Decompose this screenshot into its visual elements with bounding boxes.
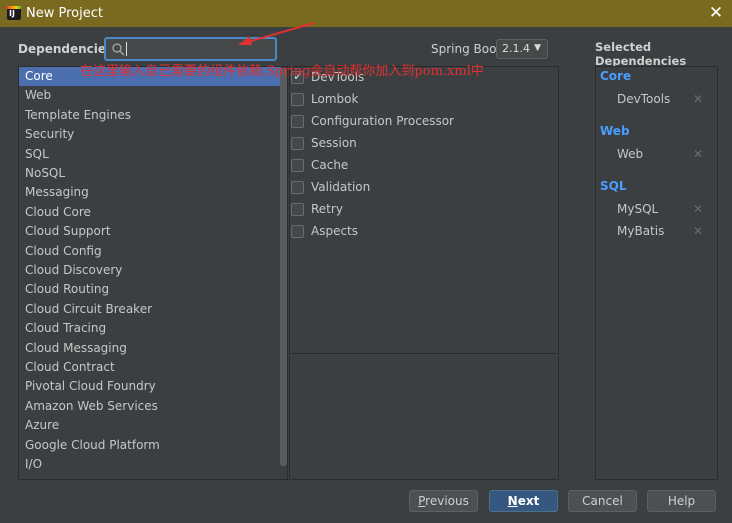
dependency-label: Aspects — [311, 224, 359, 238]
selected-item-devtools: DevTools — [617, 92, 671, 106]
category-item-pivotal-cloud-foundry[interactable]: Pivotal Cloud Foundry — [19, 377, 281, 396]
dependency-session[interactable]: Session — [291, 134, 357, 152]
remove-icon[interactable]: ✕ — [693, 92, 703, 106]
dependency-label: Configuration Processor — [311, 114, 454, 128]
selected-group-sql: SQL — [600, 179, 627, 193]
dependency-validation[interactable]: Validation — [291, 178, 370, 196]
category-item-azure[interactable]: Azure — [19, 416, 281, 435]
intellij-icon — [7, 6, 21, 20]
dependency-configuration-processor[interactable]: Configuration Processor — [291, 112, 454, 130]
category-item-cloud-messaging[interactable]: Cloud Messaging — [19, 339, 281, 358]
checkbox[interactable] — [291, 158, 304, 172]
category-item-sql[interactable]: SQL — [19, 145, 281, 164]
category-item-google-cloud-platform[interactable]: Google Cloud Platform — [19, 436, 281, 455]
annotation-text: 在这里输入自己需要的组件依赖,Spring会自动帮你加入到pom.xml中 — [80, 64, 484, 79]
category-item-cloud-routing[interactable]: Cloud Routing — [19, 280, 281, 299]
cancel-button[interactable]: Cancel — [568, 490, 637, 512]
category-item-cloud-core[interactable]: Cloud Core — [19, 203, 281, 222]
category-item-nosql[interactable]: NoSQL — [19, 164, 281, 183]
checkbox[interactable] — [291, 114, 304, 128]
text-caret — [126, 42, 127, 56]
category-item-cloud-tracing[interactable]: Cloud Tracing — [19, 319, 281, 338]
dependency-description-divider — [289, 353, 559, 354]
title-bar: New Project ✕ — [0, 0, 732, 27]
category-item-i-o[interactable]: I/O — [19, 455, 281, 474]
next-button[interactable]: Next — [489, 490, 558, 512]
chevron-down-icon: ▼ — [534, 43, 541, 53]
help-button[interactable]: Help — [647, 490, 716, 512]
category-scrollbar[interactable] — [280, 68, 287, 466]
remove-icon[interactable]: ✕ — [693, 147, 703, 161]
checkbox[interactable] — [291, 180, 304, 194]
dependency-aspects[interactable]: Aspects — [291, 222, 358, 240]
category-item-web[interactable]: Web — [19, 86, 281, 105]
selected-item-mysql: MySQL — [617, 202, 659, 216]
selected-dependencies-title: Selected Dependencies — [595, 40, 687, 68]
checkbox[interactable] — [291, 202, 304, 216]
category-item-cloud-discovery[interactable]: Cloud Discovery — [19, 261, 281, 280]
dependency-label: Cache — [311, 158, 349, 172]
annotation-arrow — [238, 22, 315, 45]
dependency-lombok[interactable]: Lombok — [291, 90, 358, 108]
spring-boot-version-select[interactable]: 2.1.4 ▼ — [496, 39, 548, 59]
close-icon[interactable]: ✕ — [708, 4, 724, 22]
previous-button[interactable]: Previous — [409, 490, 478, 512]
selected-group-core: Core — [600, 69, 632, 83]
category-item-security[interactable]: Security — [19, 125, 281, 144]
category-item-template-engines[interactable]: Template Engines — [19, 106, 281, 125]
dependency-retry[interactable]: Retry — [291, 200, 343, 218]
dependency-cache[interactable]: Cache — [291, 156, 348, 174]
checkbox[interactable] — [291, 92, 304, 106]
category-item-amazon-web-services[interactable]: Amazon Web Services — [19, 397, 281, 416]
spring-boot-label: Spring Boot — [431, 42, 502, 56]
checkbox[interactable] — [291, 224, 304, 238]
category-item-cloud-circuit-breaker[interactable]: Cloud Circuit Breaker — [19, 300, 281, 319]
dependencies-label: Dependencies — [18, 42, 114, 56]
selected-item-web: Web — [617, 147, 644, 161]
category-item-cloud-support[interactable]: Cloud Support — [19, 222, 281, 241]
dependency-label: Lombok — [311, 92, 359, 106]
selected-item-mybatis: MyBatis — [617, 224, 665, 238]
selected-group-web: Web — [600, 124, 630, 138]
next-mnemonic: N — [507, 494, 518, 508]
category-item-messaging[interactable]: Messaging — [19, 183, 281, 202]
window-title: New Project — [26, 6, 103, 21]
next-label: ext — [517, 494, 540, 508]
checkbox[interactable] — [291, 136, 304, 150]
previous-label: revious — [425, 494, 469, 508]
category-item-cloud-config[interactable]: Cloud Config — [19, 242, 281, 261]
search-icon — [112, 43, 125, 56]
remove-icon[interactable]: ✕ — [693, 202, 703, 216]
category-item-cloud-contract[interactable]: Cloud Contract — [19, 358, 281, 377]
dependency-label: Retry — [311, 202, 343, 216]
dependency-label: Validation — [311, 180, 371, 194]
remove-icon[interactable]: ✕ — [693, 224, 703, 238]
dependency-label: Session — [311, 136, 357, 150]
spring-boot-version: 2.1.4 — [502, 42, 530, 55]
